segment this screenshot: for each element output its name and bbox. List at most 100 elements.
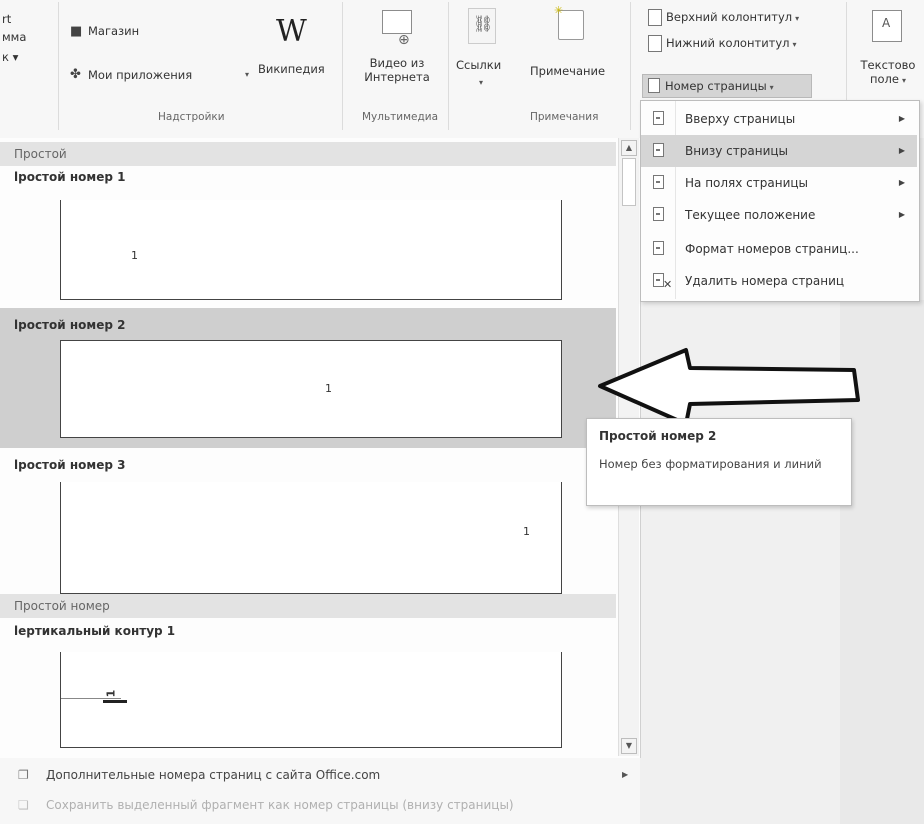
my-apps-button[interactable]: ✤ Мои приложения ▾ [70,66,256,84]
store-icon: ■ [70,24,83,39]
wikipedia-label: Википедия [258,62,325,76]
page-margin-icon [653,175,664,189]
menu-item-format-page-numbers[interactable]: Формат номеров страниц... [641,233,917,265]
page-number-menu: Вверху страницы ▶ Внизу страницы ▶ На по… [640,100,920,302]
ribbon-separator [630,2,631,130]
menu-item-label: Вверху страницы [685,112,796,126]
scroll-down-button[interactable]: ▼ [621,738,637,754]
page-preview: 1 [60,340,562,438]
menu-item-label: Формат номеров страниц... [685,242,859,256]
save-selection-item[interactable]: ❏ Сохранить выделенный фрагмент как номе… [0,792,640,818]
menu-item-label: Удалить номера страниц [685,274,845,288]
partial-ribbon-label-2: мма [2,30,27,44]
menu-item-top-of-page[interactable]: Вверху страницы ▶ [641,103,917,135]
page-number-gallery: Простой lростой номер 1 1 lростой номер … [0,138,641,758]
gallery-item-simple-1[interactable]: lростой номер 1 1 [0,166,616,306]
save-gallery-icon: ❏ [18,798,29,812]
media-group-label: Мультимедиа [362,111,439,123]
chevron-down-icon: ▾ [479,78,484,87]
section-header-simple: Простой [0,142,616,166]
header-label: Верхний колонтитул ▾ [666,10,800,24]
comments-group-label: Примечания [530,111,599,123]
partial-ribbon-label-1: rt [2,12,12,26]
more-page-numbers-label: Дополнительные номера страниц с сайта Of… [46,768,381,782]
ribbon-separator [58,2,59,130]
page-number-preview: 1 [104,689,118,698]
link-chain-icon: ⛓ [473,14,494,33]
gallery-item-title: lростой номер 1 [14,170,126,184]
textbox-button[interactable]: A Текстово поле ▾ [852,8,924,104]
textbox-label: Текстово поле ▾ [860,58,916,86]
globe-icon: ⊕ [398,32,410,48]
footer-page-icon [648,35,662,52]
store-label: Магазин [88,24,140,38]
gallery-item-title: lростой номер 2 [14,318,126,332]
gallery-item-title: lростой номер 3 [14,458,126,472]
menu-item-label: Внизу страницы [685,144,789,158]
chevron-down-icon: ▾ [245,70,250,79]
chevron-right-icon: ▶ [622,770,629,779]
wikipedia-icon: W [276,14,307,49]
section-header-simple-number: Простой номер [0,594,616,618]
ribbon-separator [448,2,449,130]
spark-icon: ✳ [554,4,564,17]
annotation-arrow [598,348,860,426]
scroll-up-button[interactable]: ▲ [621,140,637,156]
menu-item-page-margins[interactable]: На полях страницы ▶ [641,167,917,199]
menu-item-label: Текущее положение [685,208,816,222]
gallery-item-simple-2[interactable]: lростой номер 2 1 [0,310,616,448]
page-top-icon [653,111,664,125]
tooltip-description: Номер без форматирования и линий [599,457,822,471]
links-button[interactable]: ⛓ Ссылки ▾ [454,6,518,102]
page-number-button[interactable]: Номер страницы ▾ [642,74,812,98]
ribbon-separator [342,2,343,130]
gallery-tooltip: Простой номер 2 Номер без форматирования… [586,418,852,506]
page-number-preview: 1 [523,525,530,538]
outline-line [61,698,121,699]
page-preview: 1 [60,200,562,300]
more-page-numbers-item[interactable]: ❐ Дополнительные номера страниц с сайта … [0,762,640,788]
gallery-item-simple-3[interactable]: lростой номер 3 1 [0,452,616,598]
page-preview: 1 [60,482,562,594]
online-video-label: Видео из Интернета [364,56,430,84]
my-apps-label: Мои приложения [88,68,193,82]
gallery-footer: ❐ Дополнительные номера страниц с сайта … [0,758,640,824]
gallery-item-vertical-outline-1[interactable]: lертикальный контур 1 1 [0,620,616,754]
footer-button[interactable]: Нижний колонтитул ▾ [644,34,840,54]
menu-item-bottom-of-page[interactable]: Внизу страницы ▶ [641,135,917,167]
page-number-icon [648,78,660,93]
page-current-icon [653,207,664,221]
menu-item-remove-page-numbers[interactable]: ✕ Удалить номера страниц [641,265,917,297]
gallery-item-title: lертикальный контур 1 [14,624,176,638]
video-film-icon [382,10,412,34]
comment-label: Примечание [530,64,606,78]
tooltip-title: Простой номер 2 [599,429,717,443]
chevron-right-icon: ▶ [898,146,905,155]
store-button[interactable]: ■ Магазин [70,22,250,40]
page-number-preview: 1 [325,382,332,395]
office-page-icon: ❐ [18,768,29,782]
partial-ribbon-label-3[interactable]: к ▾ [2,50,18,64]
menu-item-current-position[interactable]: Текущее положение ▶ [641,199,917,231]
addins-group-label: Надстройки [158,111,225,123]
textbox-letter-icon: A [882,16,891,30]
links-label: Ссылки [456,58,502,72]
page-bottom-icon [653,143,664,157]
outline-bar [103,700,127,703]
scroll-thumb[interactable] [622,158,636,206]
chevron-right-icon: ▶ [898,210,905,219]
chevron-right-icon: ▶ [898,114,905,123]
online-video-button[interactable]: ⊕ Видео из Интернета [352,8,442,108]
comment-button[interactable]: ✳ Примечание [524,4,618,102]
chevron-right-icon: ▶ [898,178,905,187]
header-button[interactable]: Верхний колонтитул ▾ [644,8,840,28]
menu-item-label: На полях страницы [685,176,809,190]
format-numbers-icon [653,241,664,255]
page-preview: 1 [60,652,562,748]
footer-label: Нижний колонтитул ▾ [666,36,797,50]
page-number-label: Номер страницы ▾ [665,79,774,93]
header-page-icon [648,9,662,26]
wikipedia-button[interactable]: W Википедия [258,12,334,88]
puzzle-icon: ✤ [70,67,81,82]
page-number-preview: 1 [131,249,138,262]
